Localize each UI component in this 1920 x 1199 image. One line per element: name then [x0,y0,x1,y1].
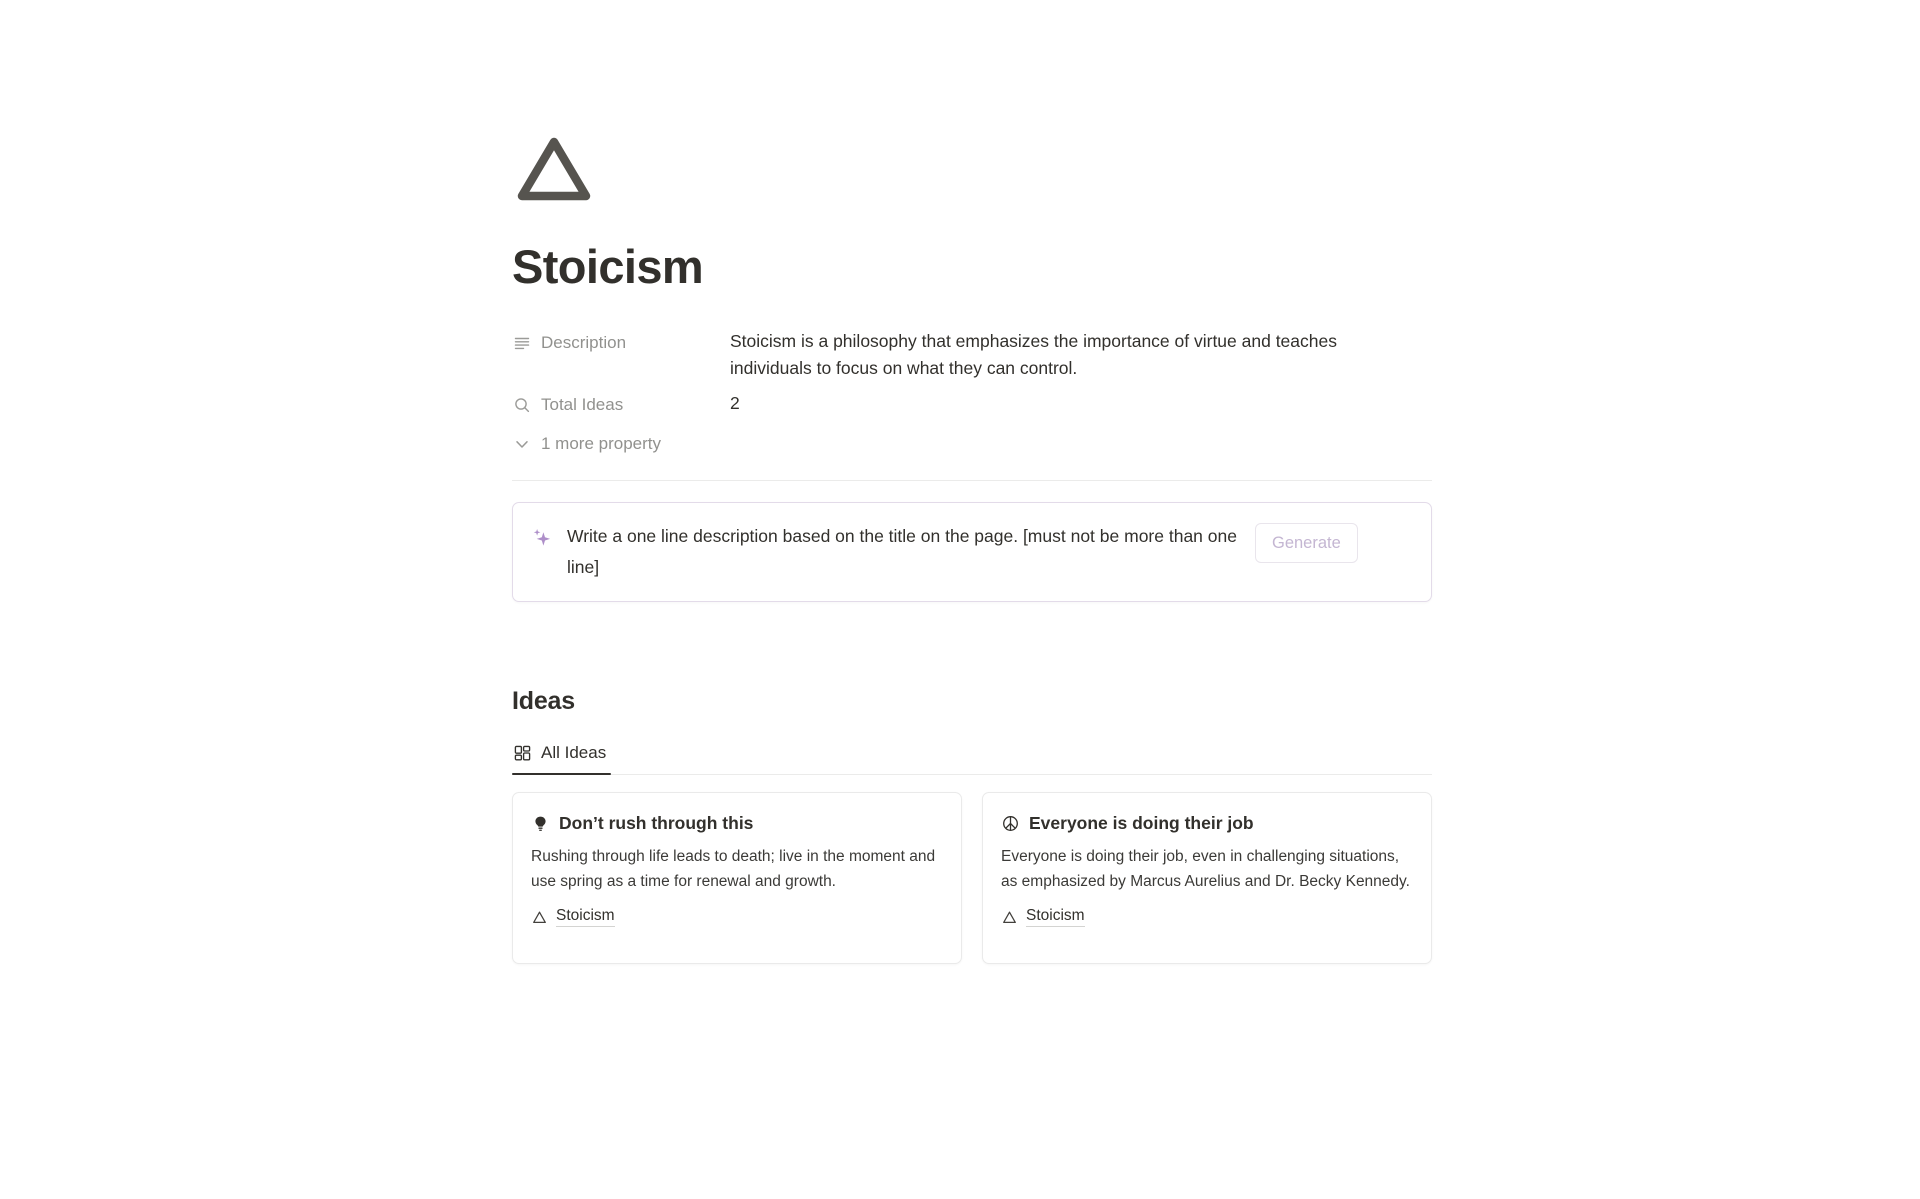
property-label-total-ideas[interactable]: Total Ideas [512,390,730,418]
ai-prompt-text[interactable]: Write a one line description based on th… [555,521,1255,583]
idea-card-relation-label: Stoicism [1026,907,1085,928]
idea-card-title: Everyone is doing their job [1029,813,1254,834]
more-properties-toggle[interactable]: 1 more property [512,430,661,458]
page-title[interactable]: Stoicism [512,240,1432,294]
property-label-description[interactable]: Description [512,328,730,356]
idea-card-description: Rushing through life leads to death; liv… [531,848,936,890]
notion-page: Stoicism Description Stoicism is a philo… [0,0,1920,1199]
property-label-text: Total Ideas [541,395,624,415]
idea-card-relation-label: Stoicism [556,907,615,928]
sparkle-icon [529,525,555,551]
ideas-card-grid: Don’t rush through this Rushing through … [512,792,1432,965]
lightbulb-icon [531,814,550,833]
ai-prompt-block[interactable]: Write a one line description based on th… [512,502,1432,603]
property-value-description[interactable]: Stoicism is a philosophy that emphasizes… [730,328,1420,382]
gallery-grid-icon [513,744,532,763]
triangle-icon [531,909,548,926]
tab-all-ideas[interactable]: All Ideas [512,743,612,776]
text-lines-icon [512,333,532,353]
idea-card-description: Everyone is doing their job, even in cha… [1001,848,1410,890]
ideas-section-title: Ideas [512,687,575,716]
triangle-icon [1001,909,1018,926]
page-properties: Description Stoicism is a philosophy tha… [512,324,1432,458]
triangle-icon[interactable] [512,128,596,212]
idea-card-title-row: Don’t rush through this [531,811,943,835]
property-row-total-ideas[interactable]: Total Ideas 2 [512,386,1432,422]
property-value-total-ideas[interactable]: 2 [730,390,1420,417]
generate-button[interactable]: Generate [1255,523,1358,564]
ideas-tabbar: All Ideas [512,734,1432,776]
idea-card[interactable]: Don’t rush through this Rushing through … [512,792,962,965]
search-icon [512,395,532,415]
idea-card-relation[interactable]: Stoicism [531,907,615,928]
chevron-down-icon [512,434,532,454]
property-label-text: Description [541,333,627,353]
page-content-column: Stoicism Description Stoicism is a philo… [512,0,1432,965]
idea-card-title-row: Everyone is doing their job [1001,811,1413,835]
property-row-description[interactable]: Description Stoicism is a philosophy tha… [512,324,1432,386]
idea-card-relation[interactable]: Stoicism [1001,907,1085,928]
tab-label: All Ideas [541,743,607,763]
idea-card[interactable]: Everyone is doing their job Everyone is … [982,792,1432,965]
peace-icon [1001,814,1020,833]
more-properties-label: 1 more property [541,434,661,454]
section-divider [512,480,1432,482]
idea-card-title: Don’t rush through this [559,813,754,834]
